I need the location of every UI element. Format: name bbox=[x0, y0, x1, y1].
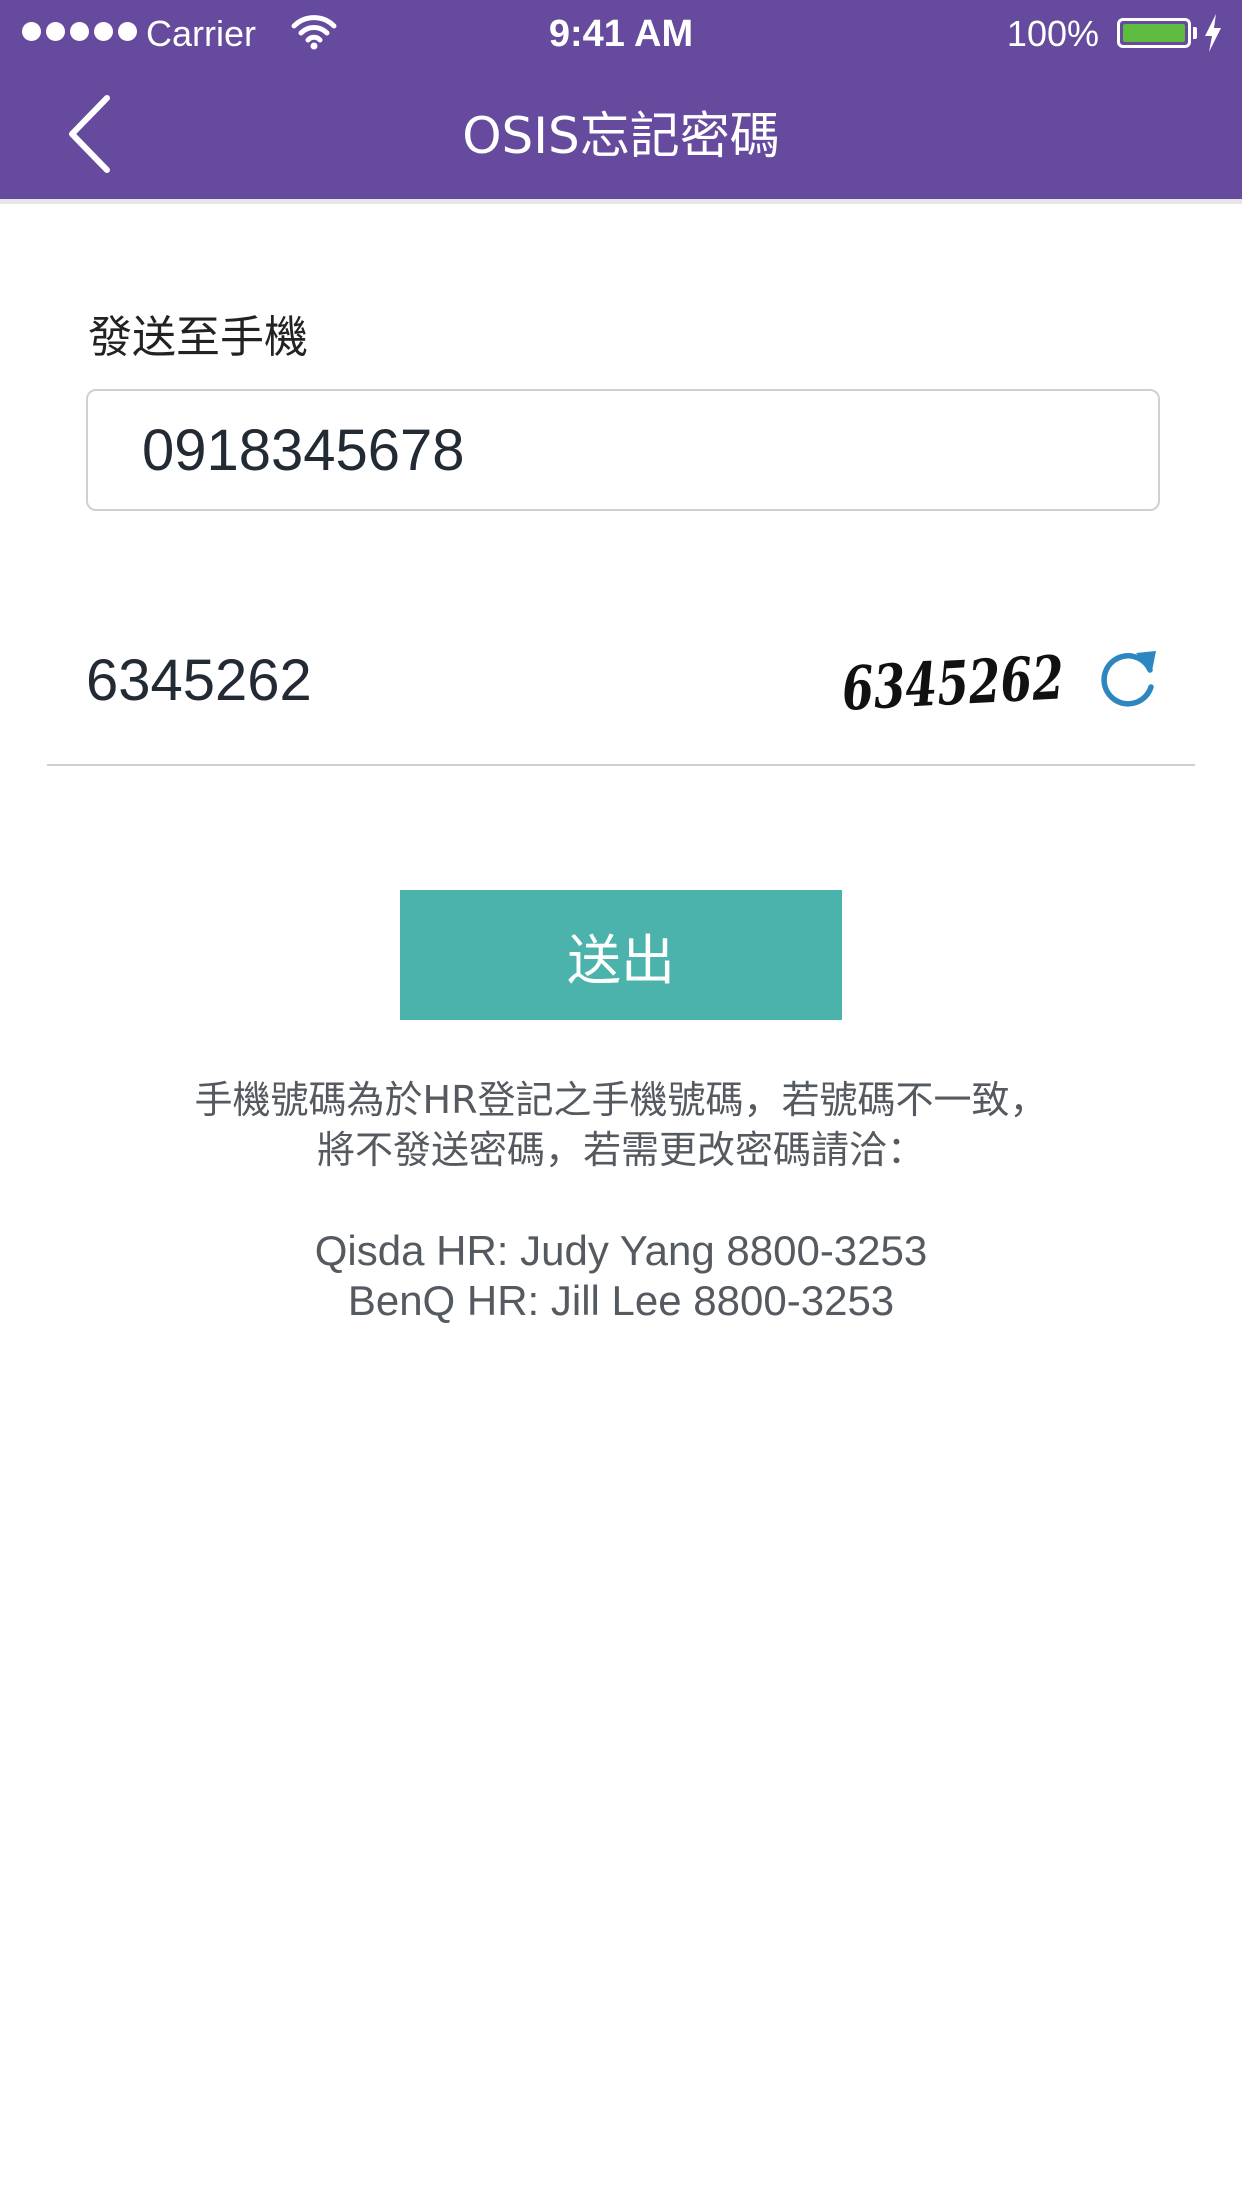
refresh-icon bbox=[1101, 651, 1156, 707]
header-divider bbox=[0, 199, 1242, 204]
charging-bolt-icon bbox=[1205, 14, 1221, 52]
header: Carrier 9:41 AM 100% OSIS忘記密碼 bbox=[0, 0, 1242, 199]
captcha-image-text: 6345262 bbox=[840, 643, 1065, 722]
nav-bar: OSIS忘記密碼 bbox=[0, 66, 1242, 199]
submit-button[interactable]: 送出 bbox=[400, 890, 842, 1020]
contact-benq: BenQ HR: Jill Lee 8800-3253 bbox=[347, 1277, 895, 1324]
hr-contacts: Qisda HR: Judy Yang 8800-3253 BenQ HR: J… bbox=[100, 1226, 1142, 1326]
captcha-image: 6345262 bbox=[840, 643, 1065, 722]
page-title: OSIS忘記密碼 bbox=[462, 107, 780, 165]
notice-text: 手機號碼為於HR登記之手機號碼，若號碼不一致， 將不發送密碼，若需更改密碼請洽： bbox=[100, 1075, 1142, 1175]
battery-percent: 100% bbox=[1006, 13, 1099, 54]
captcha-underline bbox=[47, 764, 1195, 766]
battery-fill bbox=[1123, 24, 1185, 42]
notice-line-1: 手機號碼為於HR登記之手機號碼，若號碼不一致， bbox=[194, 1078, 1048, 1122]
status-bar: Carrier 9:41 AM 100% bbox=[0, 0, 1242, 66]
phone-input[interactable] bbox=[86, 389, 1160, 511]
captcha-input[interactable] bbox=[86, 640, 766, 720]
forgot-password-screen: Carrier 9:41 AM 100% OSIS忘記密碼 發送至手機 0918… bbox=[0, 0, 1242, 2208]
battery-nub bbox=[1193, 27, 1197, 39]
battery-icon bbox=[1117, 18, 1191, 48]
phone-field-label: 發送至手機 bbox=[88, 312, 308, 363]
notice-line-2: 將不發送密碼，若需更改密碼請洽： bbox=[316, 1128, 925, 1172]
contact-qisda: Qisda HR: Judy Yang 8800-3253 bbox=[314, 1227, 928, 1274]
refresh-captcha-button[interactable] bbox=[1098, 645, 1160, 711]
